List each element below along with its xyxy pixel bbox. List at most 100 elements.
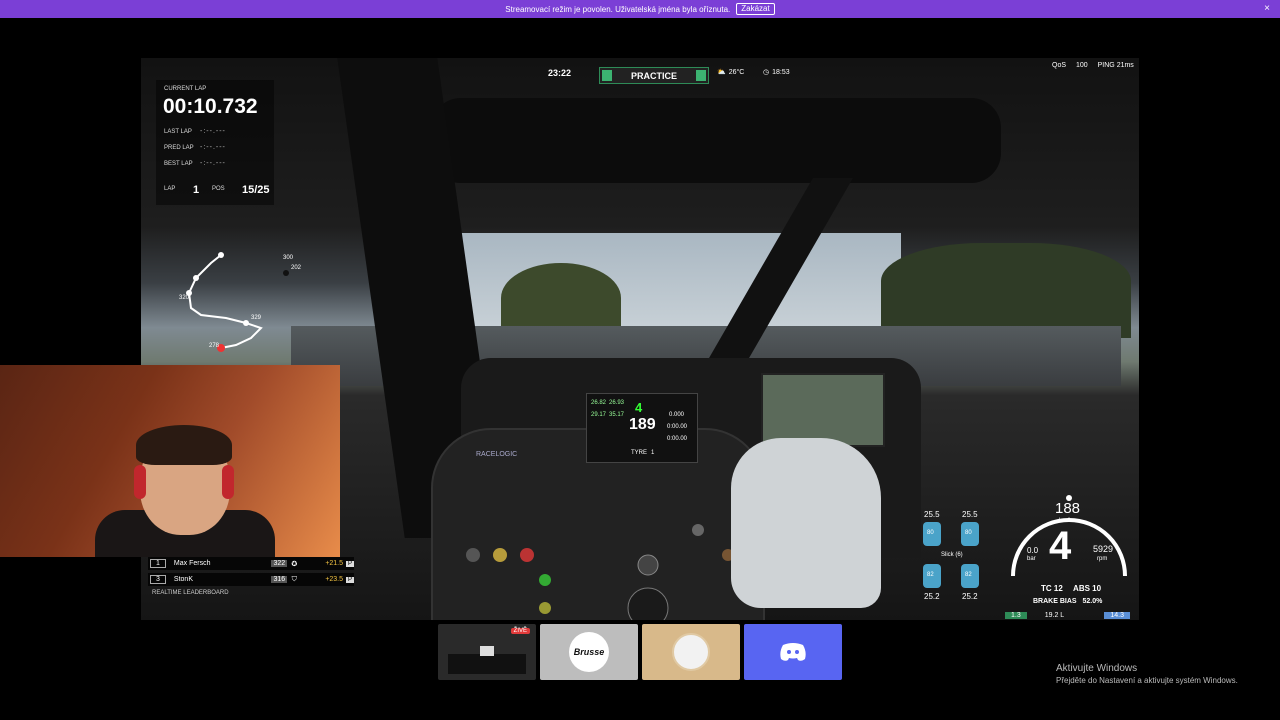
split-3: 29.17	[591, 412, 607, 418]
driver-glove	[731, 438, 881, 608]
fuel-total: 19.2 L	[1044, 611, 1065, 619]
map-label-5: 278	[209, 343, 220, 349]
gap-value: +23.5	[325, 576, 344, 583]
dash-tyre-value: 1	[651, 450, 655, 456]
close-icon[interactable]: ×	[1264, 3, 1270, 14]
thumbnail-avatar[interactable]	[642, 624, 740, 680]
session-left-square-icon	[602, 70, 612, 81]
map-label-4: 329	[251, 315, 262, 321]
brake-bias-row: BRAKE BIAS 52.0%	[1033, 598, 1102, 605]
driver-name: Max Fersch	[173, 560, 211, 567]
activation-title: Aktivujte Windows	[1056, 663, 1138, 674]
activation-subtitle: Přejděte do Nastavení a aktivujte systém…	[1056, 676, 1238, 685]
temperature: 26°C	[728, 68, 745, 76]
car-number: 316	[271, 576, 288, 583]
split-2: 26.93	[609, 400, 625, 406]
tyre-rl-inner: 82	[927, 572, 934, 578]
rpm-unit: rpm	[1097, 556, 1108, 562]
dash-value-b: 0:00.00	[667, 424, 688, 430]
tyre-panel: 25.5 25.5 80 80 Slick (6) 82 82 25.2 25.…	[921, 510, 1001, 605]
fuel-left: 1.3	[1005, 611, 1027, 619]
track-map: 300 202 320 329 278	[151, 233, 301, 363]
leaderboard-row: 1 Max Fersch 322 ✪ +21.5 P	[148, 557, 354, 570]
car-number: 322	[271, 560, 288, 567]
lap-timing-panel: CURRENT LAP 00:10.732 LAST LAP -:--.--- …	[156, 80, 274, 205]
last-lap-time: -:--.---	[200, 128, 226, 135]
speedometer: 188 km/h 4 5929 rpm 0.0 bar	[1003, 486, 1133, 586]
network-stats: QoS 100 PING 21ms	[1052, 62, 1134, 69]
dash-tyre-label: TYRE	[631, 450, 648, 456]
last-lap-label: LAST LAP	[164, 129, 192, 135]
tyre-rl-pressure: 25.2	[924, 592, 940, 601]
dash-speed: 189	[629, 416, 656, 433]
tc-label: TC	[1041, 584, 1052, 593]
tyre-fr-pressure: 25.5	[962, 510, 978, 519]
tyre-fr-inner: 80	[965, 530, 972, 536]
time-of-day: 18:53	[772, 68, 790, 76]
mercedes-logo-icon: ✪	[291, 560, 298, 568]
brake-bias-label: BRAKE BIAS	[1033, 598, 1077, 605]
trees-right	[881, 243, 1131, 338]
stream-thumbnails: ŽIVĚ Brusse	[438, 624, 842, 680]
dash-display: 26.82 26.93 29.17 35.17 4 189 0.000 0:00…	[586, 393, 698, 463]
weather-info: ⛅ 26°C	[717, 68, 745, 77]
webcam-overlay	[0, 365, 340, 557]
map-label-1: 300	[283, 255, 294, 261]
leaderboard-position: 3	[150, 575, 166, 584]
session-type: PRACTICE	[630, 70, 677, 81]
gear-value: 4	[1049, 524, 1072, 568]
thumbnail-brand[interactable]: Brusse	[540, 624, 638, 680]
gap-value: +21.5	[325, 560, 344, 567]
tc-value: 12	[1053, 584, 1063, 593]
split-1: 26.82	[591, 400, 607, 406]
session-clock: 23:22	[548, 68, 572, 78]
lap-value: 1	[193, 184, 200, 196]
disable-streaming-button[interactable]: Zakázat	[736, 3, 775, 15]
session-indicator: PRACTICE	[599, 67, 709, 84]
pit-flag: P	[346, 560, 354, 567]
qos-label: QoS	[1052, 62, 1067, 69]
tyre-fl-pressure: 25.5	[924, 510, 940, 519]
driver-name: StonK	[173, 576, 193, 583]
abs-value: 10	[1092, 584, 1102, 593]
banner-message: Streamovací režim je povolen. Uživatelsk…	[505, 4, 731, 14]
cloud-sun-icon: ⛅	[717, 69, 726, 76]
boost-unit: bar	[1027, 556, 1036, 562]
leaderboard-title: REALTIME LEADERBOARD	[152, 590, 229, 596]
dash-value-c: 0:00.00	[667, 436, 688, 442]
session-right-square-icon	[695, 70, 706, 81]
best-lap-label: BEST LAP	[164, 161, 193, 167]
headphone-left-icon	[134, 465, 146, 499]
clock-icon: ◷	[763, 69, 770, 76]
rpm-value: 5929	[1093, 544, 1114, 554]
thumbnail-discord[interactable]	[744, 624, 842, 680]
live-badge: ŽIVĚ	[510, 628, 530, 634]
pred-lap-label: PRED LAP	[164, 145, 194, 151]
avatar	[672, 633, 710, 671]
streamer-hair	[136, 425, 232, 465]
tyre-rr-pressure: 25.2	[962, 592, 978, 601]
streaming-mode-banner: Streamovací režim je povolen. Uživatelsk…	[0, 0, 1280, 18]
dash-value-a: 0.000	[669, 412, 685, 418]
headphone-right-icon	[222, 465, 234, 499]
lap-label: LAP	[164, 186, 176, 192]
trees	[501, 263, 621, 333]
ping-label: PING	[1097, 62, 1115, 69]
tyre-compound: Slick (6)	[941, 552, 963, 558]
qos-value: 100	[1075, 62, 1088, 69]
best-lap-time: -:--.---	[200, 160, 226, 167]
leaderboard-row: 3 StonK 316 ⛉ +23.5 P	[148, 573, 354, 586]
pos-label: POS	[212, 186, 225, 192]
abs-label: ABS	[1073, 584, 1090, 593]
map-label-3: 320	[179, 295, 190, 301]
time-of-day-info: ◷ 18:53	[763, 68, 790, 77]
brand-logo: Brusse	[569, 632, 609, 672]
tc-abs-row: TC 12 ABS 10	[1041, 584, 1101, 593]
tyre-fl-inner: 80	[927, 530, 934, 536]
current-lap-label: CURRENT LAP	[164, 86, 207, 92]
map-label-2: 202	[291, 265, 302, 271]
dash-gear: 4	[635, 400, 643, 415]
ping-value: 21ms	[1116, 62, 1134, 69]
pos-value: 15/25	[242, 184, 270, 196]
thumbnail-game-stream[interactable]: ŽIVĚ	[438, 624, 536, 680]
